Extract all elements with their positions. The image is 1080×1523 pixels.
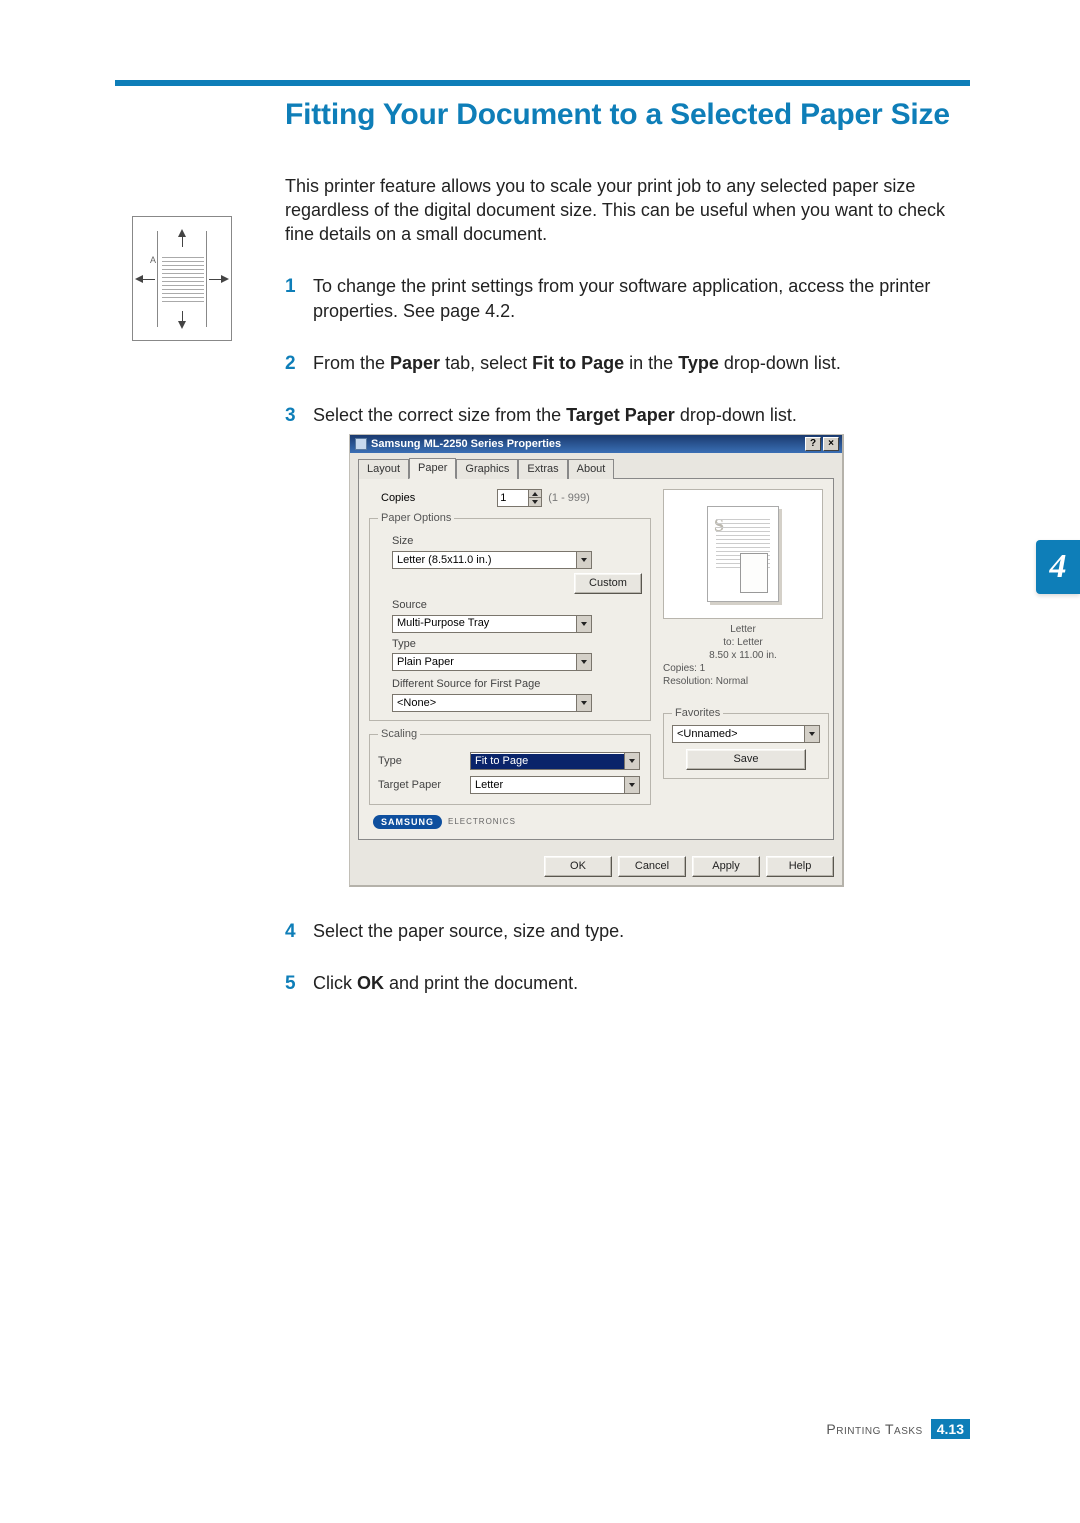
size-select[interactable]: Letter (8.5x11.0 in.) — [392, 551, 592, 569]
close-button[interactable]: × — [823, 437, 839, 451]
step-2: 2 From the Paper tab, select Fit to Page… — [285, 351, 970, 375]
custom-button[interactable]: Custom — [574, 573, 642, 594]
printer-properties-dialog: Samsung ML-2250 Series Properties ? × La… — [349, 434, 844, 888]
fit-to-page-icon: A — [132, 216, 232, 341]
paper-options-legend: Paper Options — [378, 511, 454, 526]
footer-section: Printing Tasks — [826, 1421, 922, 1437]
chevron-down-icon[interactable] — [624, 777, 639, 793]
spin-down-icon[interactable] — [528, 498, 541, 506]
scaling-group: Scaling Type Fit to Page — [369, 727, 651, 805]
page-preview: S — [663, 489, 823, 619]
diffsrc-label: Different Source for First Page — [392, 677, 642, 692]
page-number: 4.13 — [931, 1419, 970, 1439]
favorites-group: Favorites <Unnamed> Save — [663, 706, 829, 779]
dialog-title: Samsung ML-2250 Series Properties — [367, 437, 803, 452]
page-footer: Printing Tasks 4.13 — [826, 1419, 970, 1439]
tab-graphics[interactable]: Graphics — [456, 459, 518, 479]
apply-button[interactable]: Apply — [692, 856, 760, 877]
chevron-down-icon[interactable] — [804, 726, 819, 742]
steps-list: 1 To change the print settings from your… — [285, 274, 970, 995]
samsung-logo: SAMSUNG ELECTRONICS — [369, 811, 651, 829]
tab-layout[interactable]: Layout — [358, 459, 409, 479]
overlay-page-icon — [740, 553, 768, 593]
step-4: 4 Select the paper source, size and type… — [285, 919, 970, 943]
paper-options-group: Paper Options Size Letter (8.5x11.0 in.) — [369, 511, 651, 721]
copies-label: Copies — [381, 491, 415, 506]
preview-info: Letter to: Letter 8.50 x 11.00 in. Copie… — [663, 623, 823, 688]
scaling-legend: Scaling — [378, 727, 420, 742]
type-label: Type — [392, 637, 642, 652]
dialog-titlebar[interactable]: Samsung ML-2250 Series Properties ? × — [350, 435, 842, 454]
dialog-tabs: Layout Paper Graphics Extras About — [358, 457, 834, 479]
favorites-legend: Favorites — [672, 706, 723, 721]
help-button[interactable]: Help — [766, 856, 834, 877]
scaling-type-label: Type — [378, 754, 462, 769]
chevron-down-icon[interactable] — [576, 654, 591, 670]
scaling-type-select[interactable]: Fit to Page — [470, 752, 640, 770]
source-select[interactable]: Multi-Purpose Tray — [392, 615, 592, 633]
step-5: 5 Click OK and print the document. — [285, 971, 970, 995]
cancel-button[interactable]: Cancel — [618, 856, 686, 877]
chevron-down-icon[interactable] — [576, 552, 591, 568]
papertype-select[interactable]: Plain Paper — [392, 653, 592, 671]
page: Fitting Your Document to a Selected Pape… — [0, 0, 1080, 1124]
chevron-down-icon[interactable] — [576, 695, 591, 711]
size-label: Size — [392, 534, 642, 549]
favorites-select[interactable]: <Unnamed> — [672, 725, 820, 743]
dialog-button-row: OK Cancel Apply Help — [350, 848, 842, 885]
printer-icon — [355, 438, 367, 450]
target-paper-label: Target Paper — [378, 778, 462, 793]
target-paper-select[interactable]: Letter — [470, 776, 640, 794]
intro-paragraph: This printer feature allows you to scale… — [285, 174, 970, 247]
save-button[interactable]: Save — [686, 749, 806, 770]
copies-range: (1 - 999) — [548, 491, 590, 506]
ok-button[interactable]: OK — [544, 856, 612, 877]
chapter-side-tab: 4 — [1036, 540, 1080, 594]
chevron-down-icon[interactable] — [624, 753, 639, 769]
spin-up-icon[interactable] — [528, 490, 541, 498]
tab-paper[interactable]: Paper — [409, 458, 456, 479]
tab-extras[interactable]: Extras — [518, 459, 567, 479]
help-button[interactable]: ? — [805, 437, 821, 451]
step-1: 1 To change the print settings from your… — [285, 274, 970, 323]
page-title: Fitting Your Document to a Selected Pape… — [285, 96, 970, 134]
copies-spinner[interactable] — [497, 489, 542, 507]
source-label: Source — [392, 598, 642, 613]
step-3: 3 Select the correct size from the Targe… — [285, 403, 970, 887]
diffsrc-select[interactable]: <None> — [392, 694, 592, 712]
tab-about[interactable]: About — [568, 459, 615, 479]
copies-input[interactable] — [498, 490, 528, 506]
horizontal-rule — [115, 80, 970, 86]
chevron-down-icon[interactable] — [576, 616, 591, 632]
body: This printer feature allows you to scale… — [285, 174, 970, 996]
